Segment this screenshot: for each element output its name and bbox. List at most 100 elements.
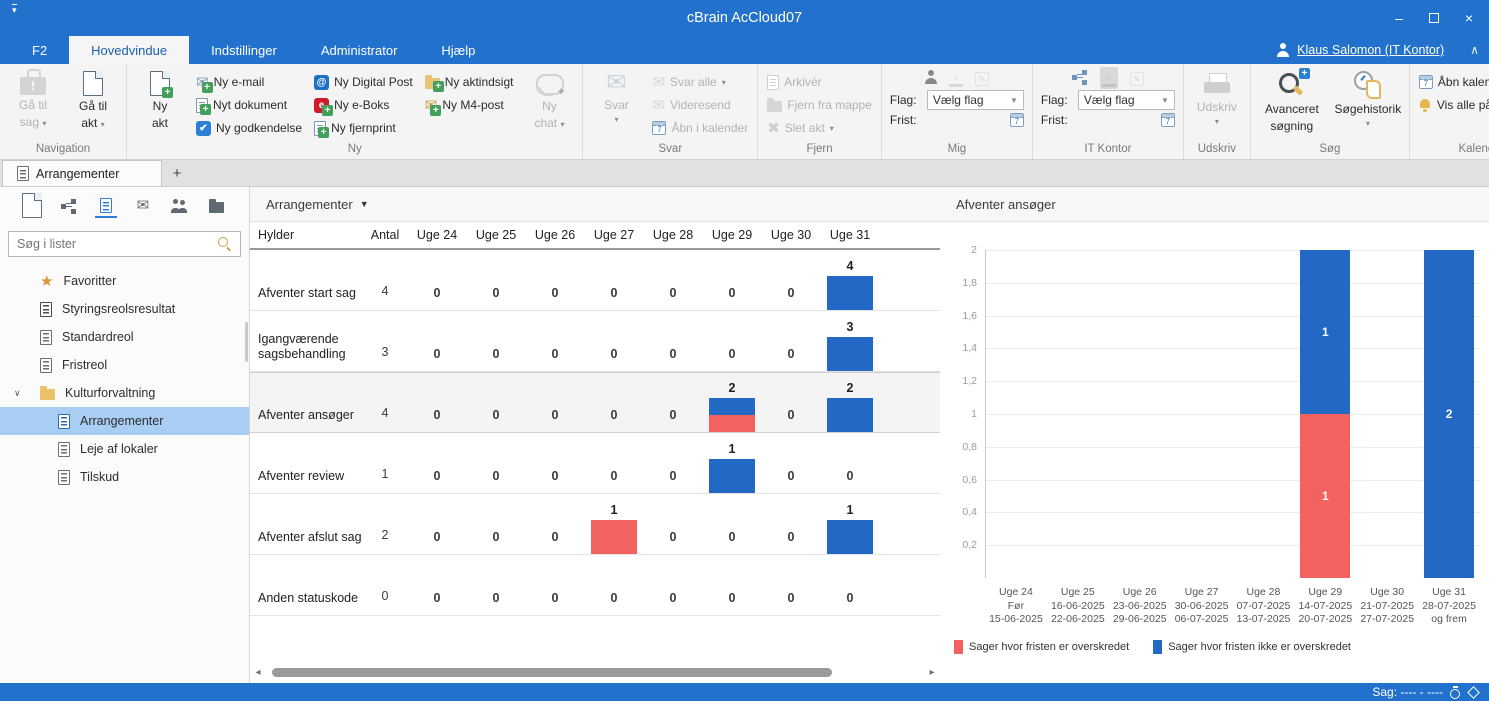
table-row-afventer-afslut-sag[interactable]: Afventer afslut sag200010001 (250, 494, 940, 555)
y-tick-label: 1,2 (947, 375, 977, 387)
søgehistorik-button[interactable]: Søgehistorik▾ (1331, 68, 1405, 129)
minimize-button[interactable]: – (1395, 10, 1403, 26)
chart-bar-uge-31: 2 (1424, 250, 1474, 578)
chevron-expanded-icon[interactable]: ∨ (14, 388, 21, 399)
sidebar-tool-relations-icon[interactable] (58, 199, 80, 218)
åbn-kalender-button[interactable]: Åbn kalender (1414, 71, 1489, 93)
column-header-uge-27[interactable]: Uge 27 (585, 228, 644, 242)
y-tick-label: 1 (947, 408, 977, 420)
vis-alle-påmindelser-button[interactable]: Vis alle påmindelser (1414, 94, 1489, 116)
scroll-left-icon[interactable]: ◂ (250, 667, 266, 678)
column-header-uge-31[interactable]: Uge 31 (821, 228, 880, 242)
week-zero-value: 0 (644, 591, 703, 605)
stopwatch-icon[interactable] (1449, 686, 1462, 699)
column-header-uge-28[interactable]: Uge 28 (644, 228, 703, 242)
list-title-dropdown[interactable]: Arrangementer (266, 197, 353, 212)
shelf-dark-icon (40, 302, 52, 317)
ny-chat-button: +Nychat ▾ (520, 68, 578, 131)
ny-e-mail-button[interactable]: ✉+Ny e-mail (191, 71, 307, 93)
antal-value: 4 (356, 284, 415, 298)
y-tick-label: 0,6 (947, 474, 977, 486)
sidebar-tool-participants-icon[interactable] (169, 199, 191, 218)
table-row-afventer-review[interactable]: Afventer review100000100 (250, 433, 940, 494)
quick-access-icon[interactable]: ▾ (12, 4, 17, 15)
ribbon-group-mig: Flag:Vælg flag▼Frist:Mig (882, 64, 1033, 159)
menu-tab-indstillinger[interactable]: Indstillinger (189, 36, 299, 64)
table-row-afventer-ansøger[interactable]: Afventer ansøger400000202 (250, 372, 940, 433)
document-icon (22, 193, 42, 218)
tree-item-styringsreolsresultat[interactable]: Styringsreolsresultat (0, 295, 249, 323)
table-row-anden-statuskode[interactable]: Anden statuskode000000000 (250, 555, 940, 616)
sidebar-tool-mail-search-icon[interactable]: ✉ (132, 198, 154, 218)
menu-tab-f2[interactable]: F2 (10, 36, 69, 64)
gå-til-akt-button[interactable]: Gå tilakt ▾ (64, 68, 122, 131)
week-zero-value: 0 (821, 469, 880, 483)
ny-akt-button[interactable]: +Nyakt (131, 68, 189, 131)
gridline (986, 283, 1481, 284)
tree-item-fristreol[interactable]: Fristreol (0, 351, 249, 379)
calendar-icon[interactable] (1161, 113, 1175, 127)
flag-select[interactable]: Vælg flag▼ (1078, 90, 1175, 110)
new-tab-button[interactable]: + (162, 160, 192, 186)
document-icon (83, 71, 103, 96)
ny-fjernprint-button[interactable]: +Ny fjernprint (309, 117, 418, 139)
avanceret-søgning-button[interactable]: +Avanceretsøgning (1255, 68, 1329, 134)
nyt-dokument-button[interactable]: +Nyt dokument (191, 94, 307, 116)
ny-godkendelse-button[interactable]: ✔Ny godkendelse (191, 117, 307, 139)
ny-e-boks-button[interactable]: e+Ny e-Boks (309, 94, 418, 116)
calendar-icon[interactable] (1010, 113, 1024, 127)
column-header-uge-30[interactable]: Uge 30 (762, 228, 821, 242)
chevron-down-icon[interactable]: ▼ (360, 199, 369, 209)
menu-tab-administrator[interactable]: Administrator (299, 36, 420, 64)
column-header-uge-25[interactable]: Uge 25 (467, 228, 526, 242)
sidebar-tool-lists-icon[interactable] (95, 198, 117, 218)
ribbon-group-label: Navigation (4, 142, 122, 159)
tree-item-label: Kulturforvaltning (65, 386, 155, 400)
ny-m4-post-button[interactable]: ✉+Ny M4-post (420, 94, 519, 116)
sidebar-tool-document-icon[interactable] (21, 193, 43, 223)
segment-value-label: 2 (1424, 407, 1474, 421)
column-header-uge-24[interactable]: Uge 24 (408, 228, 467, 242)
tree-item-arrangementer[interactable]: Arrangementer (0, 407, 249, 435)
ny-aktindsigt-button[interactable]: +Ny aktindsigt (420, 71, 519, 93)
sidebar-tool-folders-icon[interactable] (206, 199, 228, 218)
tab-arrangementer[interactable]: Arrangementer (2, 160, 162, 186)
y-tick-label: 1,8 (947, 277, 977, 289)
sidebar: ✉ FavoritterStyringsreolsresultatStandar… (0, 187, 250, 683)
week-zero-value: 0 (467, 530, 526, 544)
column-header-hylder[interactable]: Hylder (258, 228, 294, 242)
scroll-right-icon[interactable]: ▸ (924, 667, 940, 678)
user-icon (1277, 43, 1289, 57)
user-menu-link[interactable]: Klaus Salomon (IT Kontor) (1297, 43, 1444, 57)
column-header-uge-26[interactable]: Uge 26 (526, 228, 585, 242)
tree-item-favoritter[interactable]: Favoritter (0, 267, 249, 295)
tree-item-kulturforvaltning[interactable]: ∨ Kulturforvaltning (0, 379, 249, 407)
search-input[interactable] (17, 237, 218, 251)
tree-item-standardreol[interactable]: Standardreol (0, 323, 249, 351)
maximize-button[interactable] (1429, 13, 1439, 23)
chat-icon: + (536, 74, 562, 96)
column-header-antal[interactable]: Antal (356, 228, 415, 242)
table-row-afventer-start-sag[interactable]: Afventer start sag400000004 (250, 250, 940, 311)
sidebar-scrollbar[interactable] (245, 322, 248, 362)
horizontal-scrollbar[interactable]: ◂ ▸ (250, 665, 940, 680)
tag-icon[interactable] (1468, 687, 1479, 698)
collapse-ribbon-icon[interactable]: ∧ (1470, 43, 1479, 57)
tree-item-tilskud[interactable]: Tilskud (0, 463, 249, 491)
y-tick-label: 2 (947, 244, 977, 256)
close-button[interactable]: × (1465, 10, 1473, 26)
column-header-uge-29[interactable]: Uge 29 (703, 228, 762, 242)
menu-tab-hovedvindue[interactable]: Hovedvindue (69, 36, 189, 64)
flag-select[interactable]: Vælg flag▼ (927, 90, 1024, 110)
menu-tab-hjælp[interactable]: Hjælp (419, 36, 497, 64)
bar-segment-red (591, 520, 637, 554)
week-zero-value: 0 (526, 347, 585, 361)
scrollbar-thumb[interactable] (272, 668, 832, 677)
gå-til-sag-button: Gå tilsag ▾ (4, 68, 62, 130)
ny-digital-post-button[interactable]: @Ny Digital Post (309, 71, 418, 93)
week-zero-value: 0 (526, 286, 585, 300)
table-row-igangværende-sagsbehandling[interactable]: Igangværende sagsbehandling300000003 (250, 311, 940, 372)
lists-icon (100, 198, 112, 213)
stacked-bar-chart: 21,81,61,41,210,80,60,40,2Uge 24Før15-06… (940, 222, 1489, 683)
tree-item-leje-af-lokaler[interactable]: Leje af lokaler (0, 435, 249, 463)
